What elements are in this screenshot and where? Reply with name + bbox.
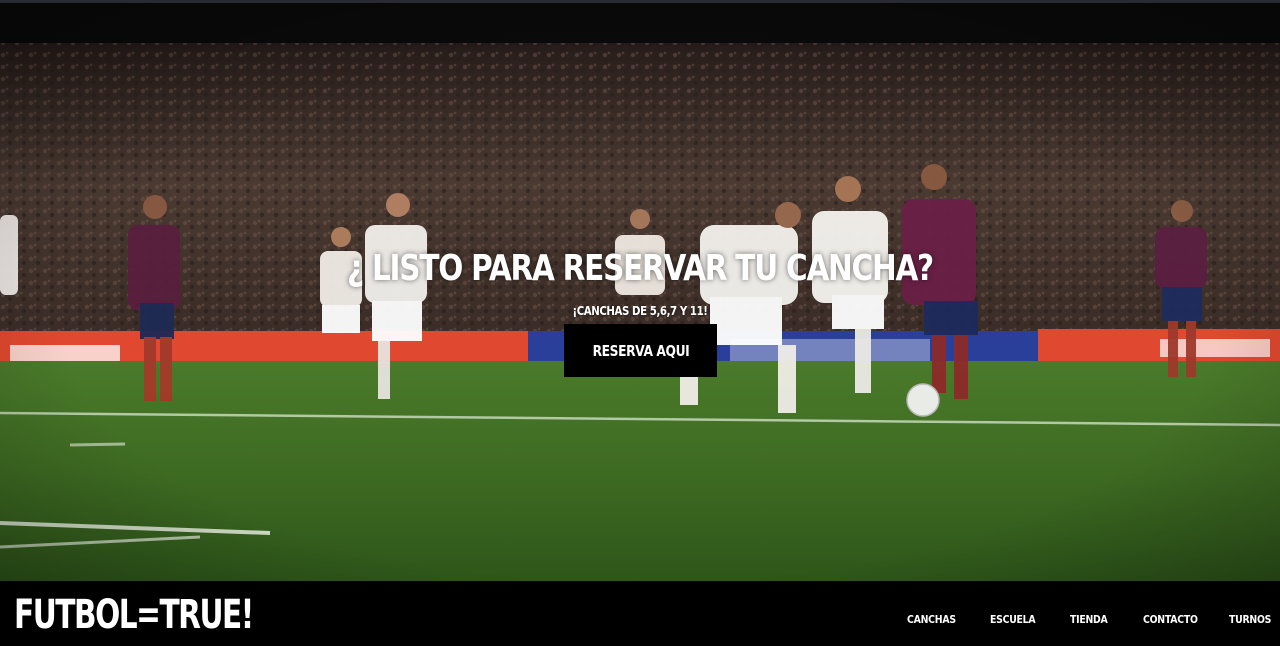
nav-link-turnos[interactable]: TURNOS <box>1229 613 1271 627</box>
brand-logo[interactable]: FUTBOL=TRUE! <box>14 593 254 637</box>
nav-link-canchas[interactable]: CANCHAS <box>907 613 956 627</box>
hero-title: ¿ LISTO PARA RESERVAR TU CANCHA? <box>347 248 934 289</box>
hero-subtitle: ¡CANCHAS DE 5,6,7 Y 11! <box>572 304 708 318</box>
nav-link-contacto[interactable]: CONTACTO <box>1143 613 1198 627</box>
reserve-button-label: RESERVA AQUI <box>592 341 689 360</box>
reserve-button[interactable]: RESERVA AQUI <box>564 324 717 377</box>
footer-bar: FUTBOL=TRUE! CANCHAS ESCUELA TIENDA CONT… <box>0 581 1280 646</box>
nav-link-tienda[interactable]: TIENDA <box>1070 613 1108 627</box>
hero-section: ¿ LISTO PARA RESERVAR TU CANCHA? ¡CANCHA… <box>0 3 1280 581</box>
hero-content: ¿ LISTO PARA RESERVAR TU CANCHA? ¡CANCHA… <box>0 3 1280 581</box>
nav-link-escuela[interactable]: ESCUELA <box>990 613 1036 627</box>
